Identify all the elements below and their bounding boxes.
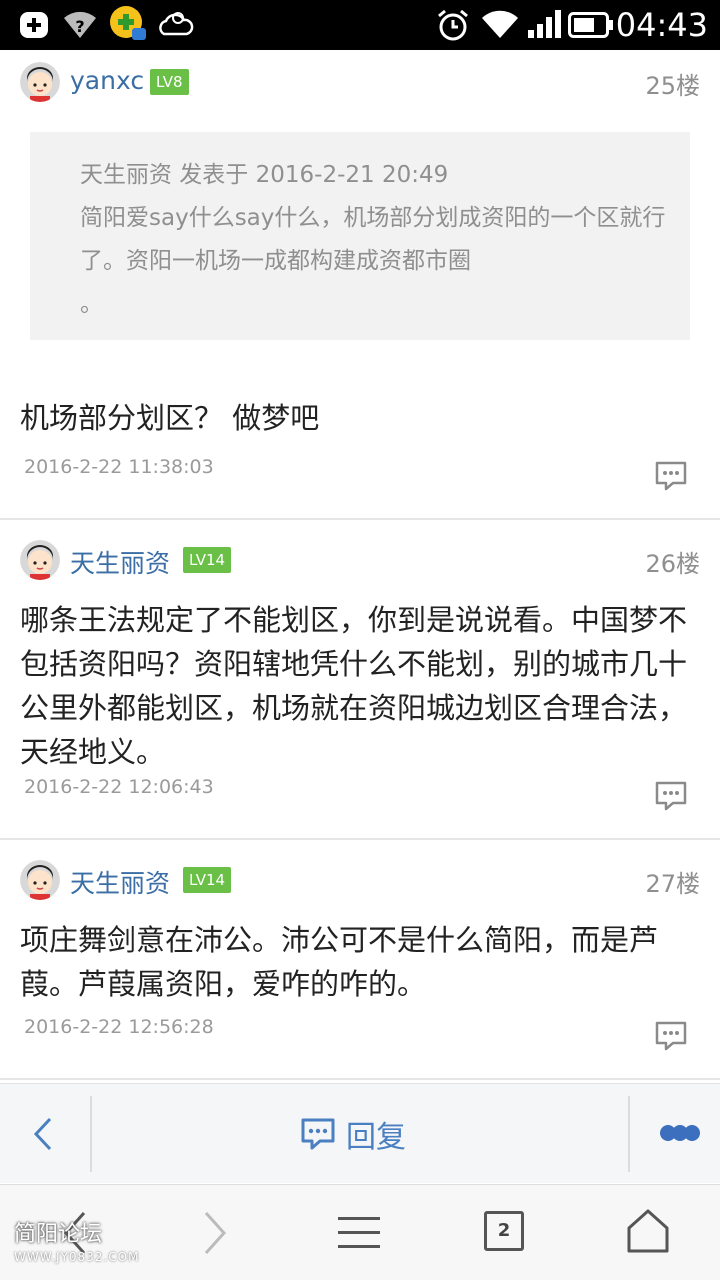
username[interactable]: 天生丽资 [70,864,170,900]
svg-text:?: ? [75,17,84,36]
add-icon [20,12,48,38]
quote-text: 简阳爱say什么say什么，机场部分划成资阳的一个区就行了。资阳一机场一成都构建… [80,205,666,274]
back-arrow-icon[interactable] [28,1114,58,1154]
comment-icon [301,1118,335,1150]
level-badge: LV14 [183,867,232,893]
avatar[interactable] [20,540,60,580]
home-icon[interactable] [626,1207,670,1255]
post-time: 2016-2-22 11:38:03 [24,456,214,478]
post-item: yanxc LV8 25楼 天生丽资 发表于 2016-2-21 20:49 简… [0,50,720,518]
status-bar: ? 04:43 [0,0,720,50]
signal-icon [528,10,561,38]
browser-bottom-nav: 2 [0,1184,720,1280]
post-time: 2016-2-22 12:06:43 [24,776,214,798]
post-item: 天生丽资 LV14 27楼 项庄舞剑意在沛公。沛公可不是什么简阳，而是芦葭。芦葭… [0,840,720,1078]
level-badge: LV8 [150,69,189,95]
post-body: 项庄舞剑意在沛公。沛公可不是什么简阳，而是芦葭。芦葭属资阳，爱咋的咋的。 [20,923,659,1001]
post-body: 哪条王法规定了不能划区，你到是说说看。中国梦不包括资阳吗？资阳辖地凭什么不能划，… [20,603,688,769]
quote-tail: 。 [80,291,103,317]
tabs-button[interactable]: 2 [484,1211,524,1251]
weather-icon [159,12,194,36]
reply-bar: 回复 [0,1083,720,1183]
floor-number: 26楼 [645,550,700,578]
post-time: 2016-2-22 12:56:28 [24,1016,214,1038]
menu-icon[interactable] [336,1209,382,1257]
level-badge: LV14 [183,547,232,573]
reply-button[interactable]: 回复 [300,1112,406,1156]
avatar[interactable] [20,62,60,102]
username[interactable]: 天生丽资 [70,544,170,580]
browser-forward-icon[interactable] [200,1209,230,1257]
comment-icon[interactable] [654,1020,688,1052]
alarm-icon [438,9,468,41]
quote-header: 天生丽资 发表于 2016-2-21 20:49 [80,162,449,188]
comment-icon[interactable] [654,460,688,492]
wifi-icon [482,10,518,39]
post-item: 天生丽资 LV14 26楼 哪条王法规定了不能划区，你到是说说看。中国梦不包括资… [0,520,720,838]
post-body: 机场部分划区？ 做梦吧 [20,401,320,435]
quote-block: 天生丽资 发表于 2016-2-21 20:49 简阳爱say什么say什么，机… [30,132,690,340]
watermark-url: WWW.JY0832.COM [14,1250,140,1264]
wifi-question-icon: ? [64,11,96,38]
more-icon[interactable] [660,1122,700,1144]
avatar[interactable] [20,860,60,900]
watermark: 简阳论坛 [14,1222,103,1247]
divider [0,1078,720,1080]
app-notification-icon [110,6,146,40]
divider [628,1096,630,1172]
floor-number: 27楼 [645,870,700,898]
battery-icon [568,12,613,38]
reply-label: 回复 [346,1120,406,1155]
comment-icon[interactable] [654,780,688,812]
divider [90,1096,92,1172]
floor-number: 25楼 [645,72,700,100]
clock: 04:43 [615,6,708,44]
username[interactable]: yanxc [70,66,144,95]
